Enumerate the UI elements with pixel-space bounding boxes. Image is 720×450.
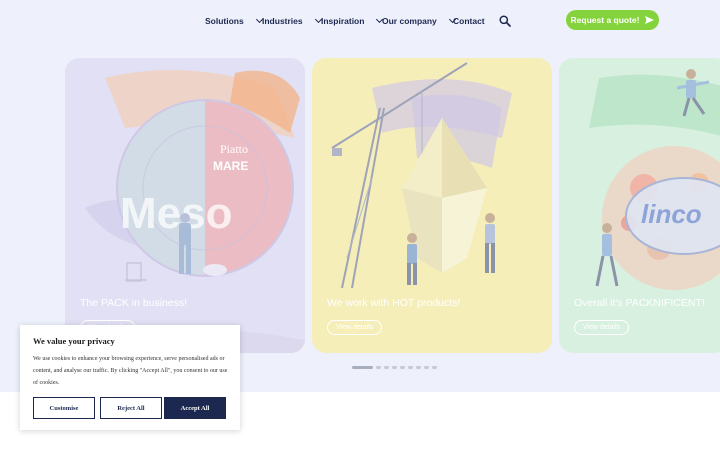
pagination-dot[interactable] [408,366,413,369]
slide-card-packnificent[interactable]: linco Overall it's PACKNIFICENT! View de… [559,58,720,353]
cookie-consent-banner: We value your privacy We use cookies to … [20,325,240,430]
accept-all-button[interactable]: Accept All [164,397,226,419]
nav-item-label: Industries [262,16,303,26]
view-details-button[interactable]: View details [327,320,383,335]
nav-item-our-company[interactable]: Our company [382,15,456,26]
slide-title: We work with HOT products! [327,297,461,309]
request-quote-label: Request a quote! [570,15,640,25]
request-quote-button[interactable]: Request a quote! [566,10,659,30]
slide-title: Overall it's PACKNIFICENT! [574,297,705,309]
send-icon [645,16,655,24]
slide-card-pack-in-business[interactable]: Piatto MARE Meso The PACK in business! V… [65,58,305,353]
cookie-description: We use cookies to enhance your browsing … [33,356,228,386]
art-text-mare: MARE [213,159,248,173]
pagination-dot[interactable] [384,366,389,369]
pagination-dot[interactable] [376,366,381,369]
art-text-linco: linco [641,199,702,229]
customise-button[interactable]: Customise [33,397,95,419]
pagination-dot[interactable] [416,366,421,369]
nav-item-industries[interactable]: Industries [262,15,322,26]
nav-item-contact[interactable]: Contact [453,16,485,26]
reject-all-button[interactable]: Reject All [100,397,162,419]
pagination-dot[interactable] [400,366,405,369]
view-details-button[interactable]: View details [574,320,630,335]
slide-card-hot-products[interactable]: We work with HOT products! View details [312,58,552,353]
nav-item-solutions[interactable]: Solutions [205,15,263,26]
nav-item-inspiration[interactable]: Inspiration [321,15,384,26]
nav-item-label: Contact [453,16,485,26]
search-icon[interactable] [499,15,511,27]
art-text-meso: Meso [120,189,232,238]
carousel-pagination [352,366,437,369]
nav-item-label: Inspiration [321,16,365,26]
nav-item-label: Our company [382,16,437,26]
pagination-dot[interactable] [392,366,397,369]
pagination-dot[interactable] [432,366,437,369]
pagination-dot[interactable] [424,366,429,369]
slide-title: The PACK in business! [80,297,188,309]
art-text-piatto: Piatto [220,142,248,156]
pagination-dot[interactable] [352,366,373,369]
cookie-title: We value your privacy [33,336,115,346]
nav-item-label: Solutions [205,16,244,26]
